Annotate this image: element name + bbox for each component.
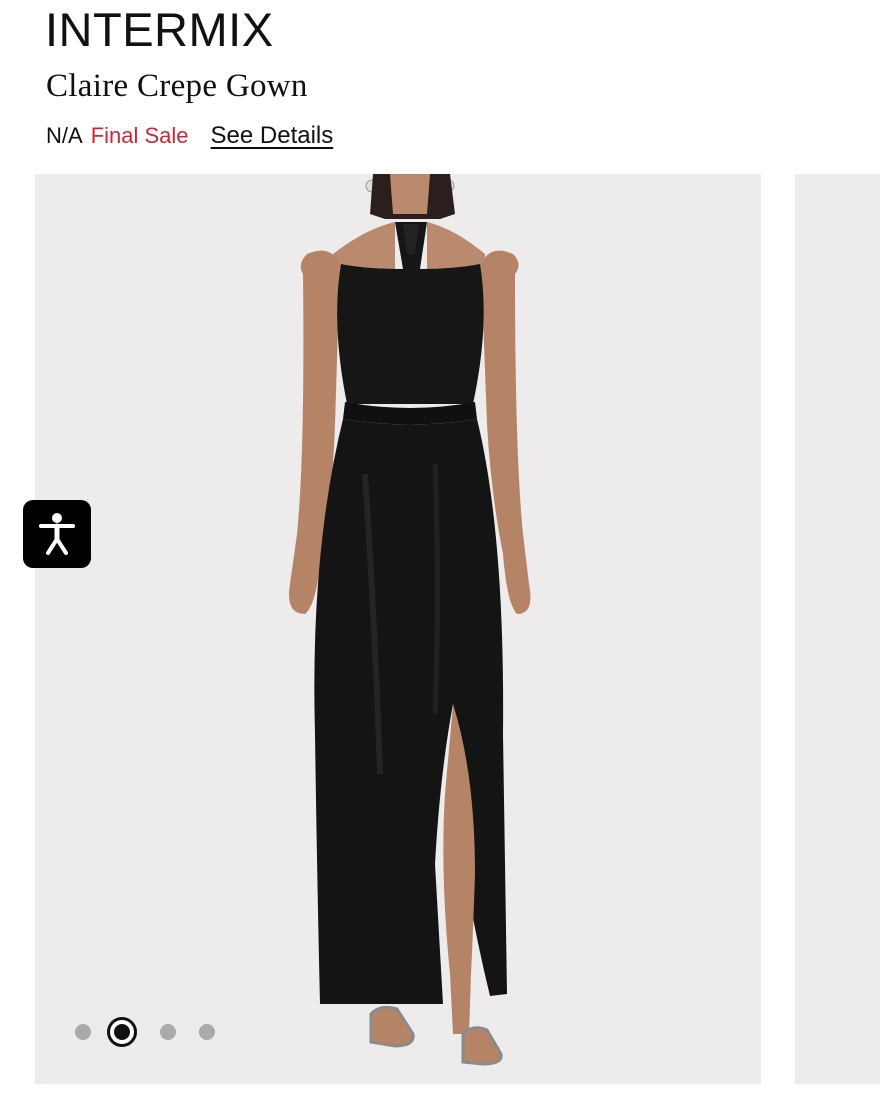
see-details-link[interactable]: See Details [211,121,334,151]
carousel-dot-2-active[interactable] [107,1017,137,1047]
product-title: Claire Crepe Gown [46,68,308,104]
accessibility-person-icon [39,513,75,555]
brand-name: INTERMIX [45,3,274,56]
final-sale-badge: Final Sale [90,123,189,148]
carousel-dot-4[interactable] [199,1024,215,1040]
product-image-gallery[interactable] [35,174,761,1084]
price: N/A [46,123,83,148]
carousel-dot-3[interactable] [160,1024,176,1040]
carousel-pagination [75,1017,238,1047]
next-image-peek[interactable] [795,174,880,1084]
price-row: N/A Final Sale See Details [46,121,333,151]
carousel-dot-1[interactable] [75,1024,91,1040]
product-image [289,174,531,1066]
accessibility-button[interactable] [23,500,91,568]
